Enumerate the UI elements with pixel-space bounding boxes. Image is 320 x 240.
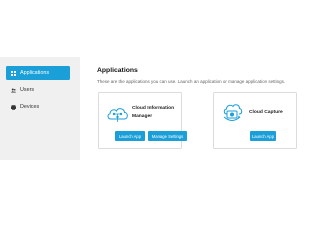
app-name-line1: Cloud Information — [132, 106, 175, 111]
sidebar-item-label: Users — [20, 87, 35, 93]
manage-settings-button[interactable]: Manage Settings — [148, 131, 187, 141]
app-name-line2: Manager — [132, 114, 153, 119]
app-name: Cloud Information Manager — [132, 105, 174, 121]
users-icon — [11, 88, 16, 93]
devices-icon — [11, 104, 16, 110]
page-title: Applications — [97, 67, 138, 74]
launch-app-button[interactable]: Launch App — [115, 131, 145, 141]
cloud-tree-icon — [106, 105, 130, 128]
sidebar-item-applications[interactable]: Applications — [6, 66, 70, 80]
app-name: Cloud Capture — [249, 110, 283, 115]
sidebar-item-users[interactable]: Users — [6, 83, 70, 97]
sidebar-item-label: Devices — [20, 104, 40, 110]
sidebar-item-devices[interactable]: Devices — [6, 100, 70, 114]
sidebar: Applications Users Devices — [0, 57, 80, 160]
cloud-camera-icon — [221, 102, 243, 129]
grid-icon — [11, 70, 16, 76]
sidebar-item-label: Applications — [20, 70, 50, 76]
page-subtitle: These are the applications you can use. … — [97, 79, 286, 84]
launch-app-button[interactable]: Launch App — [250, 131, 276, 141]
